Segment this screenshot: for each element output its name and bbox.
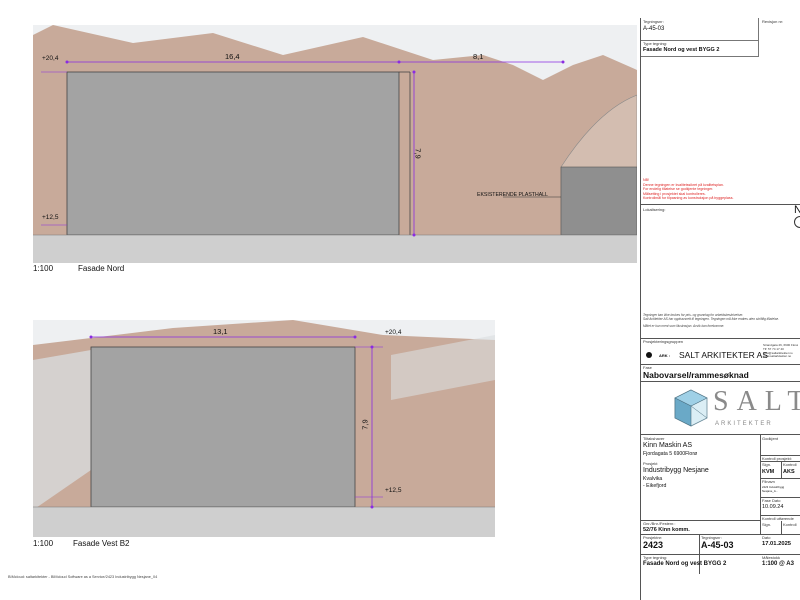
existing-hall-box (560, 166, 638, 236)
west-facade-svg (33, 320, 495, 537)
tb-type-cell: Type tegning: Fasade Nord og vest BYGG 2 (641, 40, 759, 57)
tb-disclaimers: Tegninger kan ikke brukes for pris- og g… (643, 313, 783, 328)
level-west-top: +20,4 (385, 329, 402, 336)
bimcloud-footer: BIMcloud: saltarkitekter - BIMcloud Soft… (8, 575, 158, 579)
north-arrow-icon: N (794, 204, 800, 216)
tb-revisjon-label: Revisjon nr: (762, 19, 784, 24)
tb-format: @ A3 (779, 561, 794, 567)
ark-bullet-icon (646, 352, 652, 358)
tb-tiltakshaver-addr: Fjordagata 5 6900Florø (643, 451, 698, 457)
west-facade-drawing: 13,1 7,9 +20,4 +12,5 (33, 320, 495, 537)
disclaimer-2: Salt Arkitekter AS har opphavsrett til t… (643, 317, 780, 322)
disclaimer-3: Målet er kun ment som illustrasjon. Avvi… (643, 323, 725, 328)
tb-kontroll: AKS (783, 469, 795, 475)
west-scale: 1:100 (33, 539, 54, 548)
dim-north-width: 16,4 (225, 52, 240, 61)
tb-sign2-label: Sign. (762, 522, 772, 527)
tb-kontroll-label: Kontroll (783, 462, 797, 467)
dim-west-height: 7,9 (360, 419, 370, 430)
tb-gnr: 52/76 Kinn komm. (643, 527, 690, 533)
tb-ark-label: ARK : (659, 353, 671, 358)
tb-fase-dato: 10.09.24 (762, 504, 784, 510)
tb-filnavn: 2423 Industribygg Nesjane_A... (762, 485, 785, 493)
tb-fase-dato-label: Fase Dato (762, 498, 781, 503)
tb-tegningsnr-cell: Tegningsnr: A-45-03 (641, 18, 759, 41)
tb-tegningsnr2: A-45-03 (701, 540, 734, 550)
tb-sign-label: Sign. (762, 462, 772, 467)
dim-north-right: 8,1 (473, 52, 484, 61)
tb-ark-address: Strandgata 26, 6900 Florø Tlf: 57 74 17 … (763, 343, 798, 359)
level-north-bottom: +12,5 (42, 214, 59, 221)
tb-tegningsnr: A-45-03 (643, 26, 665, 32)
level-north-top: +20,4 (42, 55, 59, 62)
tb-prosjekt-sted2: - Eikefjord (643, 483, 667, 489)
north-building (66, 71, 400, 236)
tb-dato-label: Dato (762, 535, 771, 540)
tb-prosjektnr: 2423 (643, 540, 664, 550)
tb-red-notes: NB! Denne tegningen er kvalitetssikret p… (643, 178, 758, 201)
tb-kontroll-utforende-label: Kontroll utførende (762, 516, 794, 521)
tb-kontroll2-label: Kontroll (783, 522, 797, 527)
tb-type2-label: Type tegning: (643, 555, 668, 560)
north-facade-svg (33, 25, 638, 263)
tb-ark-company: SALT ARKITEKTER AS (679, 350, 768, 360)
ark-addr-4: www.saltarkitekter.no (763, 354, 792, 359)
tb-tiltakshaver-label: Tiltakshaver (643, 436, 665, 441)
tb-type-label: Type tegning: (643, 41, 668, 46)
tb-tegningsnr-label: Tegningsnr: (643, 19, 664, 24)
west-ground (33, 507, 495, 537)
west-title: Fasade Vest B2 (73, 539, 130, 548)
dim-west-width: 13,1 (213, 327, 228, 336)
level-west-bottom: +12,5 (385, 487, 402, 494)
tb-fase: Nabovarsel/rammesøknad (643, 370, 749, 380)
north-facade-drawing: 16,4 8,1 7,9 +20,4 +12,5 EKSISTERENDE PL… (33, 25, 638, 263)
tb-malestokk: 1:100 (762, 561, 778, 567)
north-scale: 1:100 (33, 264, 54, 273)
red-note-5: Kontrollmål for tilpasning av konstruksj… (643, 196, 734, 201)
tb-gnr-label: Gnr./Bnr./Festenr.: (643, 521, 676, 526)
tb-tiltakshaver: Kinn Maskin AS (643, 442, 693, 449)
tb-sign: KVM (762, 469, 775, 475)
salt-logo-text: SALT (713, 386, 800, 417)
title-block: Tegningsnr: A-45-03 Revisjon nr: Type te… (640, 18, 800, 600)
salt-logo-sub: ARKITEKTER (715, 421, 773, 427)
west-building (90, 346, 356, 508)
existing-hall-label: EKSISTERENDE PLASTHALL (477, 192, 548, 198)
north-title: Fasade Nord (78, 264, 125, 273)
salt-logo-icon (674, 389, 708, 427)
north-ground (33, 235, 637, 263)
tb-dato: 17.01.2025 (762, 541, 792, 547)
tb-malestokk-label: Målestokk (762, 555, 781, 560)
tb-prosjekt-label: Prosjekt (643, 461, 658, 466)
tb-prosjekt-sted1: Kvalvika (643, 476, 663, 482)
tb-prosjektering-label: Prosjekteringsgruppen (643, 339, 684, 344)
tb-prosjekt: Industribygg Nesjane (643, 467, 709, 474)
tb-godkjent-label: Godkjent (762, 436, 779, 441)
tb-type2: Fasade Nord og vest BYGG 2 (643, 561, 727, 567)
north-circle-icon (794, 216, 800, 228)
tb-filnavn-label: Filnavn (762, 479, 775, 484)
dim-north-height: 7,9 (413, 148, 423, 159)
tb-type: Fasade Nord og vest BYGG 2 (643, 47, 720, 53)
tb-lokalisering-label: Lokalisering: (643, 207, 666, 212)
